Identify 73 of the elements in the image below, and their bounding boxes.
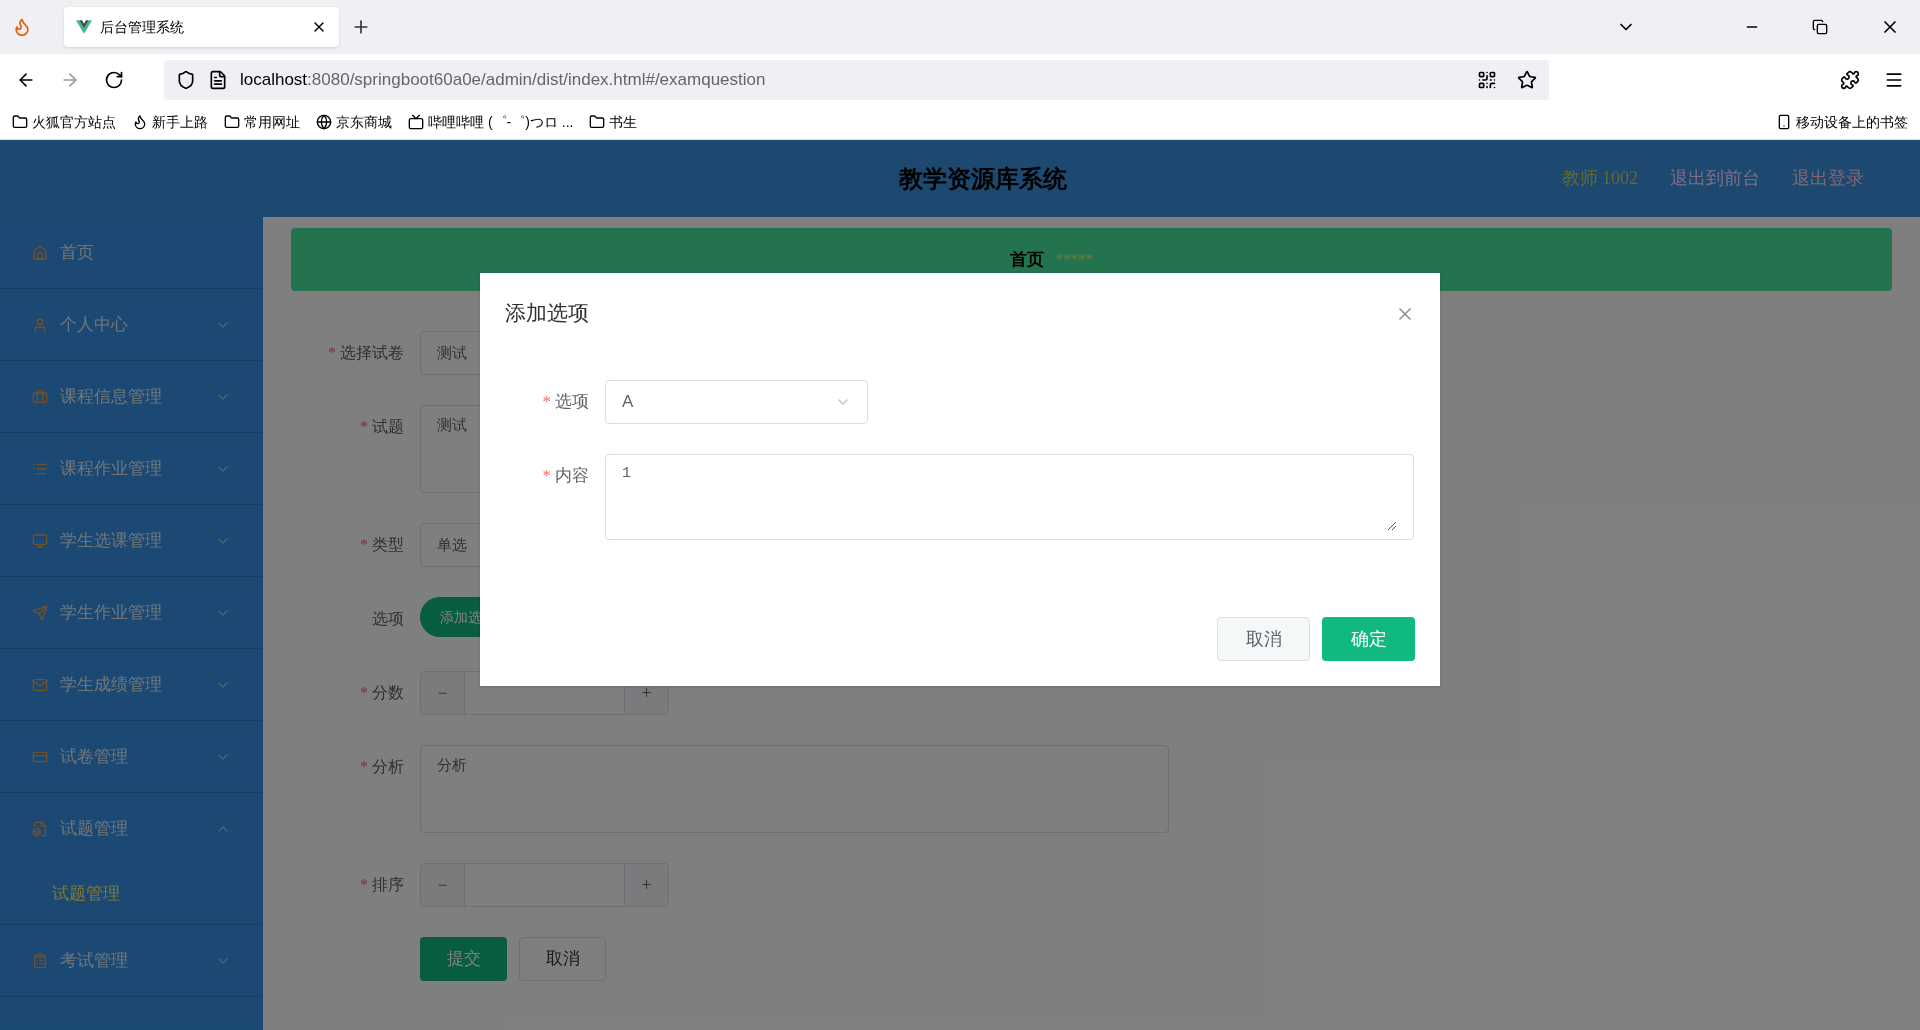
decrement-button[interactable]: − <box>421 864 465 906</box>
bookmark-item[interactable]: 常用网址 <box>224 111 300 133</box>
bookmark-icon <box>316 114 332 130</box>
page-icon <box>208 69 228 90</box>
cancel-button[interactable]: 取消 <box>519 937 606 981</box>
bookmark-icon <box>224 114 240 130</box>
text-area[interactable]: 分析 <box>420 745 1169 833</box>
sidebar-item[interactable]: 学生选课管理 <box>0 505 263 576</box>
required-mark: * <box>542 390 551 413</box>
field-label: 选项 <box>372 609 404 629</box>
sidebar-item[interactable]: 试卷管理 <box>0 721 263 792</box>
option-select[interactable]: A <box>605 379 868 424</box>
breadcrumb-item[interactable]: 首页 <box>1009 246 1044 273</box>
field-label: 内容 <box>555 464 589 487</box>
bookmark-item[interactable]: 哔哩哔哩 (゜-゜)つロ ... <box>408 111 574 133</box>
bookmark-item[interactable]: 京东商城 <box>316 111 392 133</box>
bookmark-icon <box>408 114 424 130</box>
browser-tab[interactable]: 后台管理系统 <box>64 7 339 47</box>
decrement-button[interactable]: − <box>421 672 465 714</box>
qr-code-icon[interactable] <box>1477 69 1497 90</box>
header-link[interactable]: 退出登录 <box>1792 165 1864 192</box>
reload-icon[interactable] <box>104 69 124 90</box>
bookmark-icon <box>589 114 606 130</box>
field-label: 选项 <box>555 390 589 413</box>
required-mark: * <box>360 683 368 703</box>
sidebar-item[interactable]: 课程作业管理 <box>0 433 263 504</box>
required-mark: * <box>360 757 368 777</box>
phone-icon <box>1776 114 1792 130</box>
field-label: 类型 <box>372 535 404 555</box>
bookmark-star-icon[interactable] <box>1517 69 1537 90</box>
required-mark: * <box>360 417 368 437</box>
sidebar-item[interactable]: 学生作业管理 <box>0 577 263 648</box>
bookmark-item[interactable]: 新手上路 <box>132 111 208 133</box>
extensions-icon[interactable] <box>1840 69 1860 90</box>
field-label: 分析 <box>372 757 404 777</box>
tab-title: 后台管理系统 <box>100 17 185 37</box>
vue-logo-icon <box>76 19 92 35</box>
confirm-button[interactable]: 确定 <box>1322 617 1415 661</box>
breadcrumb-mark: ***** <box>1055 250 1094 270</box>
bookmark-item[interactable]: 书生 <box>589 111 638 133</box>
required-mark: * <box>360 535 368 555</box>
field-label: 分数 <box>372 683 404 703</box>
mobile-bookmarks[interactable]: 移动设备上的书签 <box>1776 111 1908 133</box>
sidebar-item[interactable]: 首页 <box>0 217 263 288</box>
url-text: localhost:8080/springboot60a0e/admin/dist/index.html#/examquestion <box>240 68 766 91</box>
browser-logo-icon[interactable] <box>12 17 32 37</box>
submit-button[interactable]: 提交 <box>420 937 507 981</box>
user-name: 教师 1002 <box>1561 167 1638 190</box>
submenu-item[interactable]: 试题管理 <box>0 864 263 924</box>
app-title: 教学资源库系统 <box>898 164 1067 194</box>
sidebar-item[interactable]: 试题管理 <box>0 793 263 864</box>
bookmark-icon <box>132 114 148 130</box>
cancel-button[interactable]: 取消 <box>1217 617 1310 661</box>
number-field[interactable]: − + <box>420 863 669 907</box>
bookmark-icon <box>12 114 28 130</box>
bookmark-item[interactable]: 火狐官方站点 <box>12 111 116 133</box>
field-label: 试题 <box>372 417 404 437</box>
sidebar-item[interactable]: 课程信息管理 <box>0 361 263 432</box>
header-link[interactable]: 退出到前台 <box>1670 165 1760 192</box>
sidebar-item[interactable]: 考试管理 <box>0 925 263 996</box>
address-bar[interactable]: localhost:8080/springboot60a0e/admin/dist/index.html#/examquestion <box>164 59 1549 100</box>
content-text-area[interactable]: 1 <box>605 453 1414 540</box>
sidebar-item[interactable]: 学生成绩管理 <box>0 649 263 720</box>
field-label: 排序 <box>372 875 404 895</box>
required-mark: * <box>328 343 336 363</box>
field-label: 选择试卷 <box>340 343 404 363</box>
required-mark: * <box>542 464 551 487</box>
increment-button[interactable]: + <box>624 864 668 906</box>
required-mark: * <box>360 875 368 895</box>
sidebar-item[interactable]: 个人中心 <box>0 289 263 360</box>
restore-icon[interactable] <box>1812 19 1828 35</box>
dialog-title: 添加选项 <box>505 300 589 327</box>
shield-icon[interactable] <box>176 69 196 90</box>
